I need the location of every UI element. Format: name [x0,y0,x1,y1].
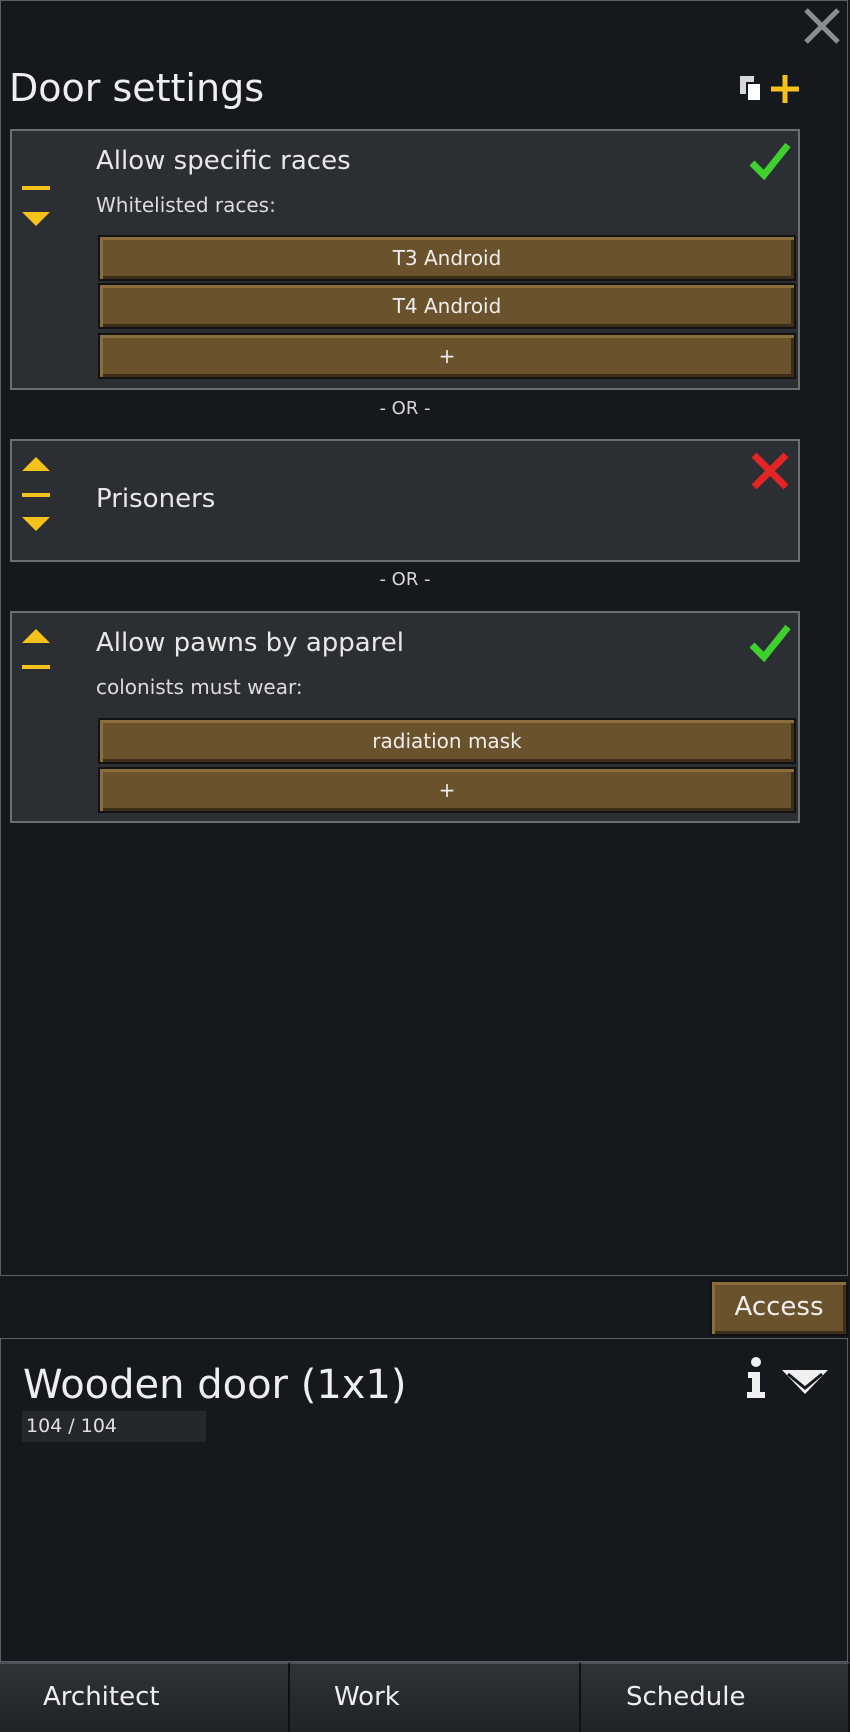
window-title: Door settings [9,66,264,110]
access-tab[interactable]: Access [710,1280,848,1336]
or-separator: - OR - [379,398,431,419]
apparel-item-button[interactable]: radiation mask [98,718,796,764]
check-icon[interactable] [748,621,792,665]
cross-icon[interactable] [748,449,792,493]
rule-card-races: Allow specific races Whitelisted races: … [10,129,800,390]
card-subtitle: Whitelisted races: [96,193,276,217]
card-title: Allow pawns by apparel [96,628,405,658]
move-handle[interactable] [19,455,53,545]
check-icon[interactable] [748,139,792,183]
tab-schedule[interactable]: Schedule [581,1662,850,1732]
add-apparel-button[interactable]: + [98,767,796,813]
tab-label: Schedule [626,1682,746,1712]
card-title: Prisoners [96,484,216,514]
tab-work[interactable]: Work [290,1662,581,1732]
or-separator: - OR - [379,569,431,590]
close-icon[interactable] [802,6,842,46]
race-item-button[interactable]: T4 Android [98,283,796,329]
hp-text: 104 / 104 [26,1415,118,1437]
race-item-button[interactable]: T3 Android [98,235,796,281]
select-dropdown-icon[interactable] [780,1366,830,1396]
rule-card-prisoners: Prisoners [10,439,800,562]
card-subtitle: colonists must wear: [96,675,303,699]
info-icon[interactable] [740,1356,772,1400]
copy-icon[interactable] [738,74,764,104]
plus-icon[interactable] [768,72,802,106]
add-race-button[interactable]: + [98,333,796,379]
move-down-handle[interactable] [19,186,53,226]
tab-architect[interactable]: Architect [0,1662,290,1732]
object-name: Wooden door (1x1) [23,1362,407,1408]
tab-label: Architect [43,1682,160,1712]
rule-card-apparel: Allow pawns by apparel colonists must we… [10,611,800,823]
move-up-handle[interactable] [19,627,53,677]
tab-label: Work [334,1682,400,1712]
card-title: Allow specific races [96,146,351,176]
